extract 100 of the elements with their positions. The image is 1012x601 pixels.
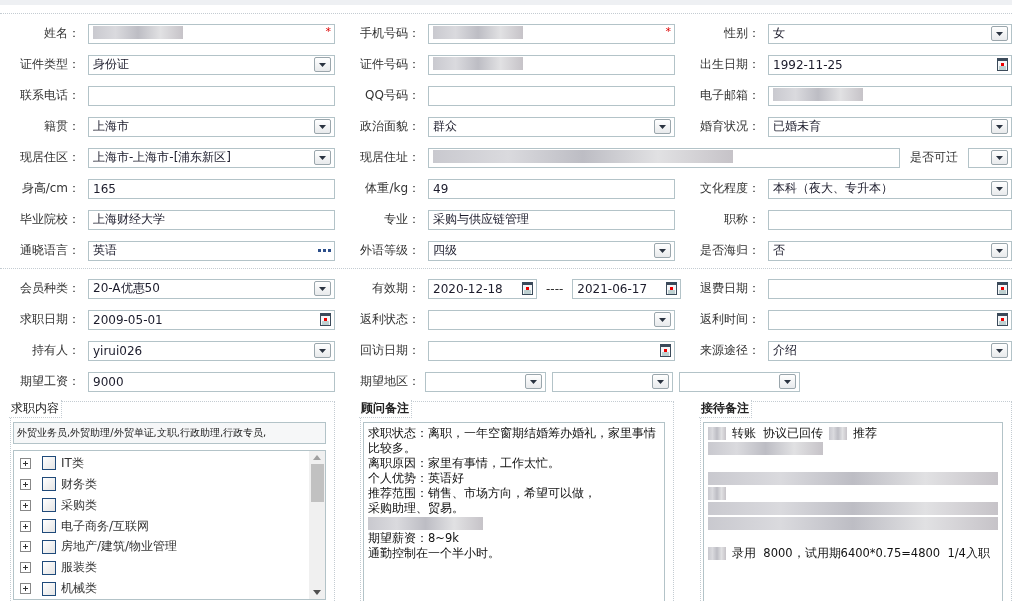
select-field[interactable]: 介绍 [768, 340, 1012, 361]
dropdown-button[interactable] [991, 243, 1008, 258]
notes-textarea[interactable]: 转账 协议已回传 推荐 录用 8000，试用期6400*0.75=4800 1/4入职 [703, 422, 1003, 601]
field-label: 证件类型： [19, 56, 81, 73]
checkbox[interactable] [42, 456, 56, 471]
dropdown-button[interactable] [314, 119, 331, 134]
tree-item[interactable]: 财务类 [61, 475, 97, 493]
text-field[interactable]: * [88, 23, 335, 44]
tree-item[interactable]: 服装类 [61, 559, 97, 577]
text-field[interactable] [768, 209, 1012, 230]
date-field[interactable] [768, 309, 1012, 330]
dropdown-button[interactable] [525, 374, 542, 389]
date-field[interactable]: 2009-05-01 [88, 309, 335, 330]
checkbox[interactable] [42, 539, 56, 554]
text-field[interactable] [428, 54, 675, 75]
dropdown-button[interactable] [991, 26, 1008, 41]
dropdown-button[interactable] [991, 150, 1008, 165]
text-field[interactable] [768, 85, 1012, 106]
dropdown-button[interactable] [314, 150, 331, 165]
expand-icon[interactable] [20, 478, 31, 490]
text-field[interactable] [428, 85, 675, 106]
dropdown-button[interactable] [991, 119, 1008, 134]
field-value: 上海市 [93, 118, 130, 135]
checkbox[interactable] [42, 560, 56, 575]
select-field[interactable] [552, 371, 673, 392]
expand-icon[interactable] [20, 457, 31, 469]
select-field[interactable] [679, 371, 800, 392]
calendar-icon[interactable] [997, 58, 1008, 71]
calendar-icon[interactable] [660, 344, 671, 357]
date-field[interactable]: 2020-12-18 [428, 278, 537, 299]
dropdown-button[interactable] [654, 312, 671, 327]
text-field[interactable]: 165 [88, 178, 335, 199]
field-value: 四级 [433, 242, 458, 259]
select-field[interactable]: 20-A优惠50 [88, 278, 335, 299]
select-field[interactable] [968, 147, 1012, 168]
field-value: 2020-12-18 [433, 281, 504, 296]
expand-icon[interactable] [20, 520, 31, 532]
job-summary-field[interactable]: 外贸业务员,外贸助理/外贸单证,文职,行政助理,行政专员, [13, 422, 326, 444]
picker-field[interactable]: 英语 [88, 240, 335, 261]
field-label: 期望工资： [19, 373, 81, 390]
select-field[interactable]: 四级 [428, 240, 675, 261]
dropdown-button[interactable] [654, 119, 671, 134]
dropdown-button[interactable] [314, 343, 331, 358]
dropdown-button[interactable] [314, 57, 331, 72]
scroll-thumb[interactable] [310, 464, 324, 502]
text-field[interactable]: 9000 [88, 371, 335, 392]
more-icon[interactable] [318, 249, 331, 252]
text-field[interactable]: 上海财经大学 [88, 209, 335, 230]
select-field[interactable]: yirui026 [88, 340, 335, 361]
select-field[interactable]: 女 [768, 23, 1012, 44]
caret-icon [996, 348, 1003, 353]
dropdown-button[interactable] [652, 374, 669, 389]
tree-item[interactable]: 采购类 [61, 496, 97, 514]
calendar-icon[interactable] [997, 282, 1008, 295]
text-field[interactable] [428, 147, 900, 168]
text-field[interactable]: * [428, 23, 675, 44]
calendar-icon[interactable] [997, 313, 1008, 326]
panel-title: 接待备注 [699, 400, 752, 418]
expand-icon[interactable] [20, 583, 31, 595]
note-text: 个人优势：英语好 [368, 471, 464, 486]
notes-textarea[interactable]: 求职状态：离职，一年空窗期结婚筹办婚礼，家里事情比较多。 离职原因：家里有事情，工作太忙。 个人优势：英语好 推荐范围：销售、市场方向，希望可以做， 采购助理、贸易。 期望薪资：8~9k 通勤控制在一个半小时。 [363, 422, 665, 601]
checkbox[interactable] [42, 477, 56, 492]
expand-icon[interactable] [20, 499, 31, 511]
text-field[interactable] [88, 85, 335, 106]
checkbox[interactable] [42, 581, 56, 596]
calendar-icon[interactable] [666, 282, 678, 295]
tree-item[interactable]: 电子商务/互联网 [61, 517, 150, 535]
date-field[interactable]: 1992-11-25 [768, 54, 1012, 75]
expand-icon[interactable] [20, 541, 31, 553]
date-field[interactable] [768, 278, 1012, 299]
checkbox[interactable] [42, 498, 56, 513]
calendar-icon[interactable] [522, 282, 533, 295]
date-field[interactable] [428, 340, 675, 361]
field-value: 2009-05-01 [93, 312, 164, 327]
dropdown-button[interactable] [779, 374, 796, 389]
expand-icon[interactable] [20, 562, 31, 574]
select-field[interactable]: 群众 [428, 116, 675, 137]
date-field[interactable]: 2021-06-17 [572, 278, 682, 299]
dropdown-button[interactable] [991, 343, 1008, 358]
select-field[interactable]: 上海市 [88, 116, 335, 137]
select-field[interactable] [425, 371, 546, 392]
select-field[interactable]: 上海市-上海市-[浦东新区] [88, 147, 335, 168]
scrollbar[interactable] [309, 451, 325, 599]
select-field[interactable]: 本科（夜大、专升本） [768, 178, 1012, 199]
dropdown-button[interactable] [654, 243, 671, 258]
dropdown-button[interactable] [991, 181, 1008, 196]
text-field[interactable]: 采购与供应链管理 [428, 209, 675, 230]
tree-item[interactable]: IT类 [61, 454, 84, 472]
field-label: 通晓语言： [19, 242, 81, 259]
dropdown-button[interactable] [314, 281, 331, 296]
select-field[interactable]: 否 [768, 240, 1012, 261]
text-field[interactable]: 49 [428, 178, 675, 199]
checkbox[interactable] [42, 519, 56, 533]
tree-item[interactable]: 房地产/建筑/物业管理 [61, 538, 178, 556]
scroll-down-icon[interactable] [313, 590, 321, 595]
select-field[interactable]: 身份证 [88, 54, 335, 75]
tree-item[interactable]: 机械类 [61, 580, 97, 598]
select-field[interactable] [428, 309, 675, 330]
calendar-icon[interactable] [320, 313, 331, 326]
select-field[interactable]: 已婚未育 [768, 116, 1012, 137]
